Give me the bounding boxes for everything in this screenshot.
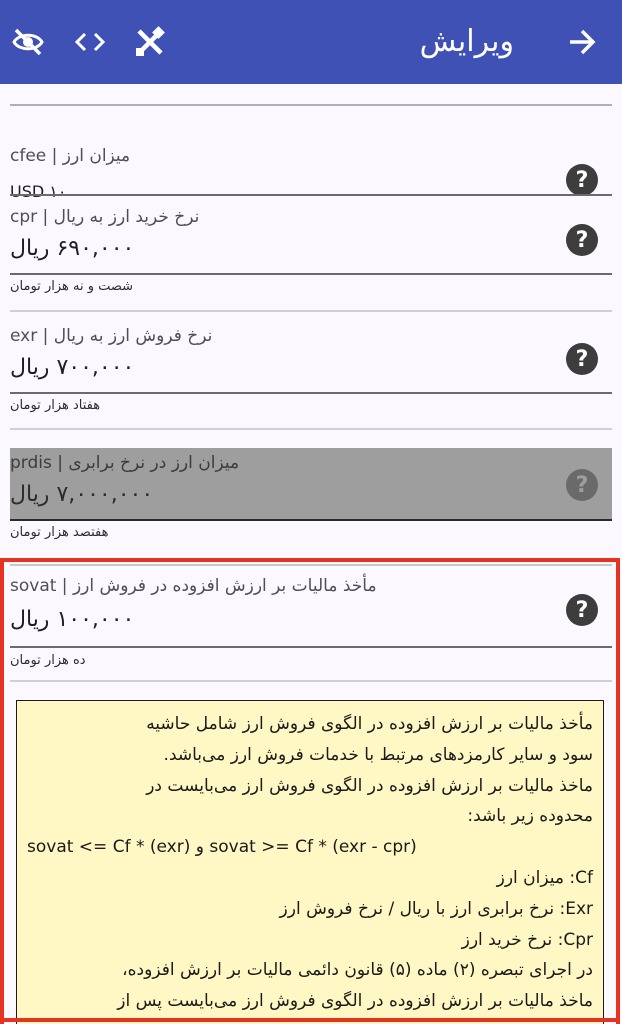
field-label: میزان ارز | cfee <box>10 146 131 166</box>
field-hint: هفتصد هزار تومان <box>10 525 109 540</box>
tools-icon[interactable] <box>132 24 168 60</box>
highlight-frame-bottom <box>0 1018 620 1022</box>
field-underline <box>10 519 612 521</box>
divider <box>10 104 612 106</box>
divider <box>10 428 612 430</box>
field-value[interactable]: ۱۰۰,۰۰۰ ریال <box>10 607 134 632</box>
info-line: Cpr: نرخ خرید ارز <box>461 929 593 950</box>
field-hint: شصت و نه هزار تومان <box>10 279 134 294</box>
field-label: نرخ فروش ارز به ریال | exr <box>10 326 213 346</box>
help-icon[interactable]: ? <box>566 343 598 375</box>
info-line: ماخذ مالیات بر ارزش افزوده در الگوی فروش… <box>117 991 593 1012</box>
info-line: Exr: نرخ برابری ارز با ریال / نرخ فروش ا… <box>279 898 593 919</box>
field-underline <box>10 392 612 394</box>
field-value: ۷,۰۰۰,۰۰۰ ریال <box>10 482 154 507</box>
field-label: مأخذ مالیات بر ارزش افزوده در فروش ارز |… <box>10 576 377 596</box>
field-cfee[interactable]: میزان ارز | cfee USD ۱۰ ? <box>10 104 612 201</box>
info-line: در اجرای تبصره (۲) ماده (۵) قانون دائمی … <box>122 960 593 981</box>
field-underline <box>10 646 612 648</box>
form-content: میزان ارز | cfee USD ۱۰ ? نرخ خرید ارز ب… <box>0 84 622 1024</box>
field-value[interactable]: ۷۰۰,۰۰۰ ریال <box>10 355 134 380</box>
field-underline <box>10 273 612 275</box>
help-icon: ? <box>566 469 598 501</box>
help-icon[interactable]: ? <box>566 164 598 196</box>
divider <box>10 680 612 682</box>
help-info-box: مأخذ مالیات بر ارزش افزوده در الگوی فروش… <box>16 700 604 1024</box>
arrow-forward-icon[interactable] <box>564 24 600 60</box>
divider <box>10 564 612 566</box>
info-line: سود و سایر کارمزدهای مرتبط با خدمات فروش… <box>163 744 593 765</box>
info-formula: sovat <= Cf * (exr) و sovat >= Cf * (exr… <box>27 837 417 858</box>
field-sovat[interactable]: مأخذ مالیات بر ارزش افزوده در فروش ارز |… <box>10 564 612 684</box>
page-title: ویرایش <box>419 24 514 59</box>
info-line: محدوده زیر باشد: <box>467 806 593 827</box>
help-icon[interactable]: ? <box>566 594 598 626</box>
info-line: ماخذ مالیات بر ارزش افزوده در الگوی فروش… <box>146 775 593 796</box>
help-icon[interactable]: ? <box>566 224 598 256</box>
field-exr[interactable]: نرخ فروش ارز به ریال | exr ۷۰۰,۰۰۰ ریال … <box>10 314 612 430</box>
field-label: میزان ارز در نرخ برابری | prdis <box>10 453 240 473</box>
field-hint: هفتاد هزار تومان <box>10 398 101 413</box>
divider <box>10 310 612 312</box>
info-line: مأخذ مالیات بر ارزش افزوده در الگوی فروش… <box>146 714 593 734</box>
field-cpr[interactable]: نرخ خرید ارز به ریال | cpr ۶۹۰,۰۰۰ ریال … <box>10 196 612 312</box>
app-bar: ویرایش <box>0 0 622 84</box>
field-hint: ده هزار تومان <box>10 653 86 668</box>
field-label: نرخ خرید ارز به ریال | cpr <box>10 207 200 227</box>
info-line: Cf: میزان ارز <box>496 867 593 888</box>
field-prdis: میزان ارز در نرخ برابری | prdis ۷,۰۰۰,۰۰… <box>10 448 612 548</box>
visibility-off-icon[interactable] <box>10 24 46 60</box>
field-value[interactable]: ۶۹۰,۰۰۰ ریال <box>10 236 134 261</box>
code-icon[interactable] <box>72 24 108 60</box>
